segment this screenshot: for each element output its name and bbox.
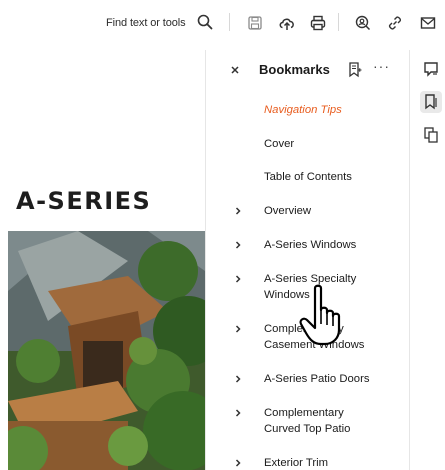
bookmarks-panel: Bookmarks ··· Navigation Tips Cover Tabl… — [206, 50, 409, 470]
document-heading: A-SERIES — [16, 187, 152, 215]
chevron-right-icon[interactable] — [233, 408, 243, 418]
search-user-icon[interactable] — [354, 14, 372, 32]
toolbar-divider — [229, 13, 230, 31]
bookmark-label: Overview — [264, 205, 312, 217]
bookmark-label: Exterior Trim — [264, 457, 329, 469]
chevron-right-icon[interactable] — [233, 324, 243, 334]
bookmarks-panel-title: Bookmarks — [259, 62, 330, 77]
top-toolbar: Find text or tools — [0, 0, 445, 50]
hand-pointer-cursor-icon — [299, 284, 359, 348]
chevron-right-icon[interactable] — [233, 240, 243, 250]
upload-icon[interactable] — [278, 14, 296, 32]
close-icon[interactable] — [228, 63, 242, 77]
comment-icon[interactable] — [420, 58, 442, 80]
link-icon[interactable] — [386, 14, 404, 32]
find-text-or-tools-input[interactable]: Find text or tools — [106, 17, 186, 29]
bookmark-label-line1: Complementary — [264, 407, 344, 419]
search-icon[interactable] — [196, 13, 214, 31]
bookmark-label-line2: Curved Top Patio — [264, 423, 351, 435]
bookmark-label: Table of Contents — [264, 171, 352, 183]
bookmark-label: A-Series Patio Doors — [264, 373, 370, 385]
mail-icon[interactable] — [419, 14, 437, 32]
right-tool-rail — [410, 50, 445, 470]
chevron-right-icon[interactable] — [233, 374, 243, 384]
house-photo — [8, 231, 205, 470]
document-page[interactable]: A-SERIES — [0, 50, 205, 470]
bookmark-label: Navigation Tips — [264, 104, 342, 116]
chevron-right-icon[interactable] — [233, 458, 243, 468]
save-icon[interactable] — [246, 14, 264, 32]
toolbar-divider — [338, 13, 339, 31]
chevron-right-icon[interactable] — [233, 206, 243, 216]
bookmark-panel-icon[interactable] — [420, 91, 442, 113]
pages-icon[interactable] — [420, 124, 442, 146]
bookmark-label: Cover — [264, 138, 295, 150]
bookmark-label: A-Series Windows — [264, 239, 357, 251]
add-bookmark-icon[interactable] — [347, 61, 363, 79]
more-options-button[interactable]: ··· — [373, 58, 390, 74]
chevron-right-icon[interactable] — [233, 274, 243, 284]
print-icon[interactable] — [309, 14, 327, 32]
